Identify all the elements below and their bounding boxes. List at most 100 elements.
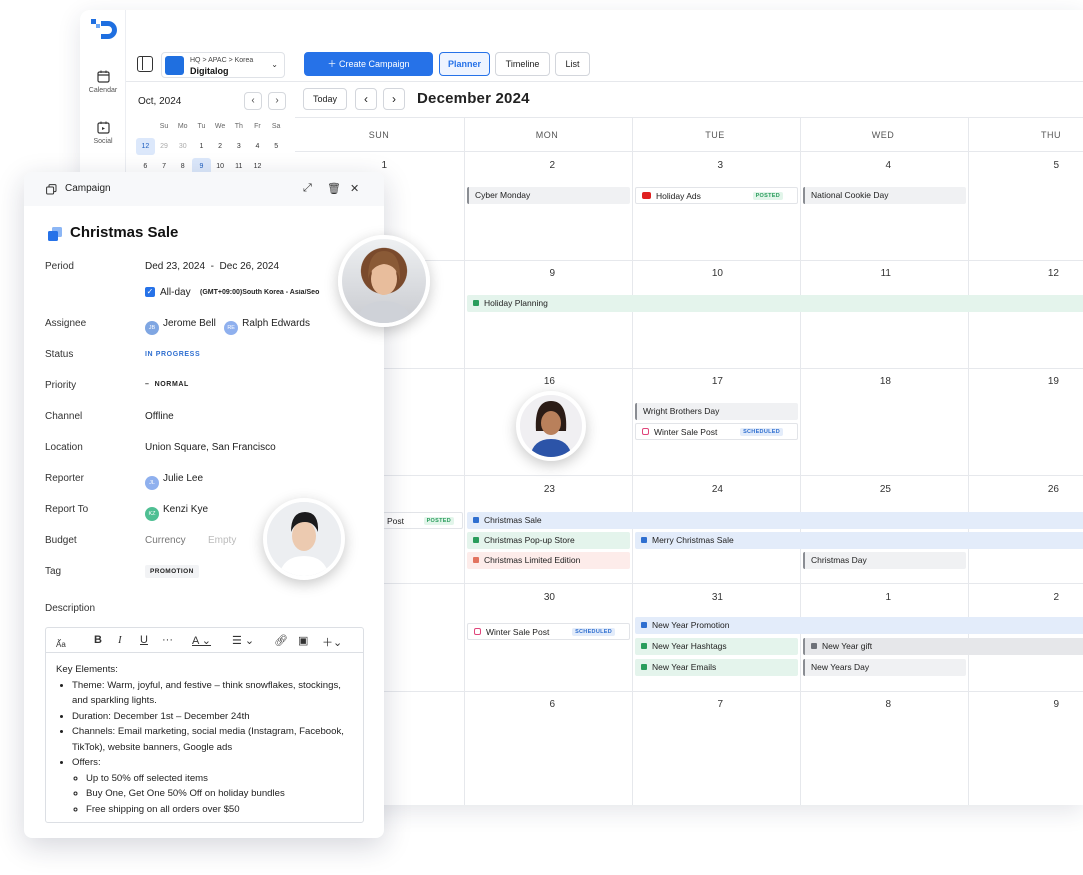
nav-social[interactable]: Social [80, 121, 126, 145]
next-month-button[interactable]: › [383, 88, 405, 110]
event-new-year-promotion[interactable]: New Year Promotion [635, 617, 1083, 634]
reporter-value[interactable]: JL Julie Lee [145, 473, 203, 490]
close-icon[interactable]: ✕ [350, 182, 359, 195]
nav-calendar-label: Calendar [88, 87, 118, 94]
mini-day[interactable]: 30 [173, 138, 192, 155]
event-winter-sale-post[interactable]: Winter Sale Post SCHEDULED [635, 423, 798, 440]
day-wed: WED [871, 130, 895, 140]
text-color-icon[interactable]: A ⌄ [192, 634, 211, 647]
event-winter-sale-post-2[interactable]: Winter Sale Post SCHEDULED [467, 623, 630, 640]
day-number[interactable]: 25 [871, 484, 891, 495]
underline-icon[interactable]: U [140, 634, 148, 646]
budget-currency[interactable]: Currency [145, 535, 186, 546]
mini-prev-button[interactable]: ‹ [244, 92, 262, 110]
campaign-detail-panel: Campaign ⤢ 🗑︎ ✕ Christmas Sale Period De… [24, 172, 384, 838]
mini-day[interactable]: 5 [267, 138, 286, 155]
day-number[interactable]: 9 [535, 268, 555, 279]
event-merry-christmas-sale[interactable]: Merry Christmas Sale [635, 532, 1083, 549]
italic-icon[interactable]: I [118, 634, 122, 646]
day-number[interactable]: 12 [1039, 268, 1059, 279]
allday-checkbox[interactable]: ✓ [145, 287, 155, 297]
day-number[interactable]: 2 [1039, 592, 1059, 603]
day-number[interactable]: 24 [703, 484, 723, 495]
description-text[interactable]: Key Elements: Theme: Warm, joyful, and f… [56, 662, 353, 817]
tag-chip[interactable]: PROMOTION [145, 565, 199, 578]
day-number[interactable]: 1 [871, 592, 891, 603]
event-new-year-gift[interactable]: New Year gift [803, 638, 1083, 655]
report-to-value[interactable]: KZ Kenzi Kye [145, 504, 208, 521]
day-number[interactable]: 17 [703, 376, 723, 387]
more-icon[interactable]: ··· [162, 634, 173, 646]
campaign-icon [641, 537, 647, 543]
today-button[interactable]: Today [303, 88, 347, 110]
nav-calendar[interactable]: Calendar [80, 70, 126, 94]
event-wright-brothers-day[interactable]: Wright Brothers Day [635, 403, 798, 420]
location-value[interactable]: Union Square, San Francisco [145, 442, 276, 453]
day-number[interactable]: 16 [535, 376, 555, 387]
profile-photo-woman [338, 235, 430, 327]
mini-day[interactable]: 29 [155, 138, 174, 155]
expand-icon[interactable]: ⤢ [303, 182, 312, 195]
prev-month-button[interactable]: ‹ [355, 88, 377, 110]
collapse-sidebar-icon[interactable] [137, 56, 153, 72]
day-number[interactable]: 6 [535, 699, 555, 710]
create-campaign-button[interactable]: ＋ Create Campaign [304, 52, 433, 76]
event-new-years-day[interactable]: New Years Day [803, 659, 966, 676]
mini-day[interactable]: 12 [136, 137, 155, 155]
day-number[interactable]: 30 [535, 592, 555, 603]
day-number[interactable]: 1 [367, 160, 387, 171]
day-number[interactable]: 2 [535, 160, 555, 171]
assignee-list[interactable]: JB Jerome Bell RE Ralph Edwards [145, 318, 310, 335]
priority-value[interactable]: – NORMAL [145, 381, 189, 388]
day-number[interactable]: 23 [535, 484, 555, 495]
event-label: Holiday Planning [484, 298, 548, 308]
trash-icon[interactable]: 🗑︎ [327, 182, 341, 195]
mini-day[interactable]: 2 [211, 138, 230, 155]
event-holiday-planning[interactable]: Holiday Planning [467, 295, 1083, 312]
link-icon[interactable]: 🔗︎ [274, 634, 288, 647]
list-icon[interactable]: ☰ ⌄ [232, 634, 254, 647]
status-badge[interactable]: IN PROGRESS [145, 351, 200, 358]
day-number[interactable]: 9 [1039, 699, 1059, 710]
tab-planner[interactable]: Planner [439, 52, 490, 76]
tab-list[interactable]: List [555, 52, 590, 76]
day-number[interactable]: 8 [871, 699, 891, 710]
description-editor[interactable]: Aa ⌄ B I U ··· A ⌄ ☰ ⌄ 🔗︎ ▣ ＋⌄ Key Eleme… [45, 627, 364, 823]
day-number[interactable]: 18 [871, 376, 891, 387]
tab-timeline[interactable]: Timeline [495, 52, 550, 76]
day-number[interactable]: 19 [1039, 376, 1059, 387]
font-size-dropdown[interactable]: Aa ⌄ [56, 634, 66, 649]
mini-day[interactable]: 4 [248, 138, 267, 155]
channel-value[interactable]: Offline [145, 411, 174, 422]
day-number[interactable]: 26 [1039, 484, 1059, 495]
event-post[interactable]: Post POSTED [383, 512, 463, 529]
day-number[interactable]: 4 [871, 160, 891, 171]
day-number[interactable]: 31 [703, 592, 723, 603]
period-value[interactable]: Ded 23, 2024 - Dec 26, 2024 [145, 261, 279, 272]
event-label: Winter Sale Post [486, 627, 550, 637]
event-new-year-hashtags[interactable]: New Year Hashtags [635, 638, 798, 655]
workspace-selector[interactable]: HQ > APAC > Korea Digitalog ⌄ [161, 52, 285, 78]
event-new-year-emails[interactable]: New Year Emails [635, 659, 798, 676]
event-holiday-ads[interactable]: Holiday Ads POSTED [635, 187, 798, 204]
day-number[interactable]: 7 [703, 699, 723, 710]
mini-next-button[interactable]: › [268, 92, 286, 110]
event-national-cookie-day[interactable]: National Cookie Day [803, 187, 966, 204]
event-christmas-day[interactable]: Christmas Day [803, 552, 966, 569]
mini-day[interactable]: 3 [229, 138, 248, 155]
mini-day[interactable]: 1 [192, 138, 211, 155]
image-icon[interactable]: ▣ [298, 634, 308, 647]
insert-plus-icon[interactable]: ＋⌄ [322, 634, 342, 650]
person-portrait [267, 502, 341, 576]
event-christmas-sale[interactable]: Christmas Sale [467, 512, 1083, 529]
event-cyber-monday[interactable]: Cyber Monday [467, 187, 630, 204]
bold-icon[interactable]: B [94, 634, 102, 646]
event-christmas-limited-edition[interactable]: Christmas Limited Edition [467, 552, 630, 569]
day-number[interactable]: 11 [871, 268, 891, 279]
event-christmas-popup-store[interactable]: Christmas Pop-up Store [467, 532, 630, 549]
timezone-select[interactable]: (GMT+09:00)South Korea - Asia/Seo [200, 289, 340, 296]
day-number[interactable]: 5 [1039, 160, 1059, 171]
day-number[interactable]: 3 [703, 160, 723, 171]
budget-amount[interactable]: Empty [208, 535, 236, 546]
day-number[interactable]: 10 [703, 268, 723, 279]
